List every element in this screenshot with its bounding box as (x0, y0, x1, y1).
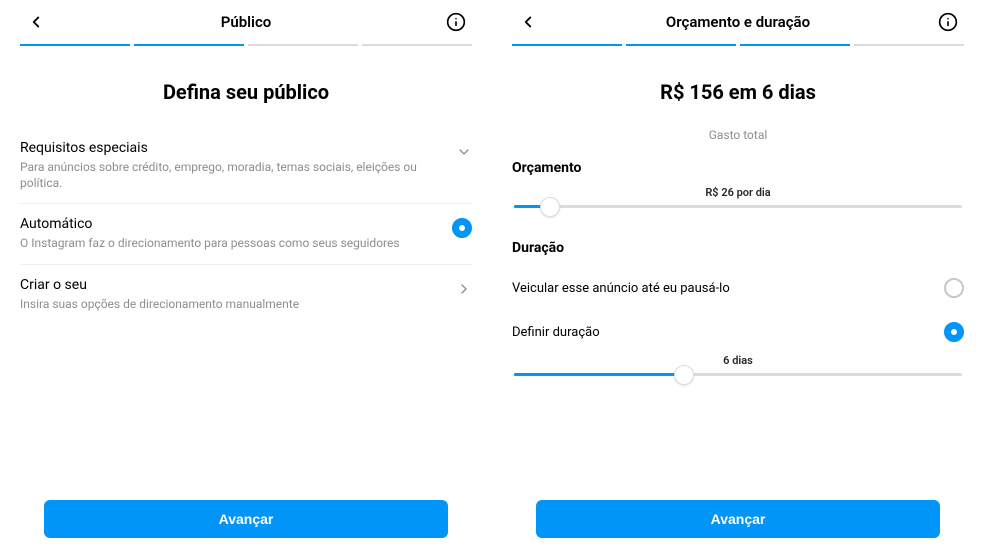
duration-slider[interactable] (514, 373, 962, 376)
option-title: Automático (20, 216, 440, 232)
option-desc: Para anúncios sobre crédito, emprego, mo… (20, 159, 444, 191)
screen-publico: Público Defina seu público Requisitos es… (0, 0, 492, 554)
option-desc: O Instagram faz o direcionamento para pe… (20, 235, 440, 251)
next-button[interactable]: Avançar (536, 500, 940, 538)
duration-slider-fill (514, 373, 684, 376)
back-button[interactable] (24, 10, 48, 34)
radio[interactable] (944, 278, 964, 298)
option-desc: Insira suas opções de direcionamento man… (20, 296, 444, 312)
duration-slider-label: 6 dias (514, 354, 962, 367)
chevron-left-icon (27, 13, 45, 31)
budget-section-label: Orçamento (512, 160, 964, 176)
back-button[interactable] (516, 10, 540, 34)
duration-option-label: Definir duração (512, 325, 600, 340)
chevron-down-icon (456, 142, 472, 162)
chevron-right-icon (456, 279, 472, 299)
progress-segment (362, 44, 472, 46)
radio[interactable] (452, 218, 472, 238)
content: Defina seu público Requisitos especiais P… (20, 66, 472, 500)
info-icon (446, 12, 466, 32)
screen-orcamento: Orçamento e duração R$ 156 em 6 dias Gas… (492, 0, 984, 554)
option-text: Requisitos especiais Para anúncios sobre … (20, 140, 456, 191)
audience-option[interactable]: Automático O Instagram faz o direcionamen… (20, 204, 472, 264)
spend-title: R$ 156 em 6 dias (512, 80, 964, 104)
duration-options: Veicular esse anúncio até eu pausá-lo Def… (512, 266, 964, 354)
progress-segment (740, 44, 850, 46)
budget-per-day-label: R$ 26 por dia (514, 186, 962, 199)
progress-segment (626, 44, 736, 46)
duration-option[interactable]: Veicular esse anúncio até eu pausá-lo (512, 266, 964, 310)
duration-option-label: Veicular esse anúncio até eu pausá-lo (512, 281, 730, 296)
main-title: Defina seu público (20, 80, 472, 104)
info-button[interactable] (936, 10, 960, 34)
radio[interactable] (944, 322, 964, 342)
duration-slider-group: 6 dias (512, 354, 964, 394)
info-button[interactable] (444, 10, 468, 34)
header: Público (20, 0, 472, 44)
progress-segment (854, 44, 964, 46)
progress-segment (134, 44, 244, 46)
header-title: Orçamento e duração (666, 13, 810, 31)
spend-subtitle: Gasto total (512, 128, 964, 142)
audience-option[interactable]: Requisitos especiais Para anúncios sobre … (20, 128, 472, 204)
progress-segment (512, 44, 622, 46)
option-title: Requisitos especiais (20, 140, 444, 156)
audience-options: Requisitos especiais Para anúncios sobre … (20, 128, 472, 324)
header: Orçamento e duração (512, 0, 964, 44)
audience-option[interactable]: Criar o seu Insira suas opções de direcio… (20, 265, 472, 324)
option-text: Automático O Instagram faz o direcionamen… (20, 216, 452, 251)
content: R$ 156 em 6 dias Gasto total Orçamento R… (512, 66, 964, 500)
duration-section-label: Duração (512, 240, 964, 256)
budget-slider-thumb[interactable] (540, 197, 560, 217)
budget-slider-group: R$ 26 por dia (512, 186, 964, 226)
next-button[interactable]: Avançar (44, 500, 448, 538)
option-text: Criar o seu Insira suas opções de direcio… (20, 277, 456, 312)
option-title: Criar o seu (20, 277, 444, 293)
progress-bar (512, 44, 964, 46)
chevron-left-icon (519, 13, 537, 31)
duration-slider-thumb[interactable] (674, 365, 694, 385)
duration-option[interactable]: Definir duração (512, 310, 964, 354)
budget-slider[interactable] (514, 205, 962, 208)
progress-segment (248, 44, 358, 46)
progress-segment (20, 44, 130, 46)
info-icon (938, 12, 958, 32)
progress-bar (20, 44, 472, 46)
header-title: Público (221, 13, 272, 31)
